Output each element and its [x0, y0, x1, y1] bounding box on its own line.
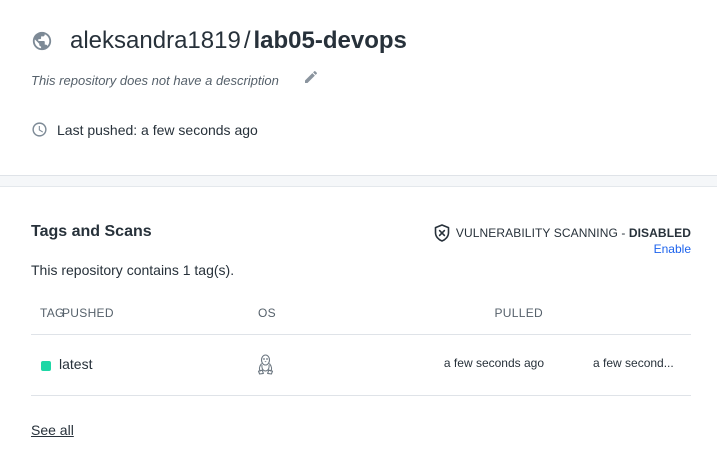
globe-icon — [31, 30, 53, 52]
enable-scanning-link[interactable]: Enable — [654, 242, 691, 256]
title-separator: / — [243, 27, 251, 54]
see-all-link[interactable]: See all — [31, 422, 74, 438]
vulnerability-scanning-status: VULNERABILITY SCANNING - DISABLED — [434, 224, 691, 242]
pencil-edit-icon[interactable] — [303, 69, 319, 85]
vuln-status: DISABLED — [628, 226, 691, 240]
tag-pulled-time: a few seconds ago — [443, 356, 544, 370]
clock-icon — [31, 121, 48, 138]
tag-status-dot — [41, 361, 51, 371]
tags-table: TAG OS PULLED PUSHED latest a few second… — [31, 297, 691, 396]
description-text: This repository does not have a descript… — [31, 72, 279, 88]
tag-count-text: This repository contains 1 tag(s). — [31, 262, 235, 278]
last-pushed: Last pushed: a few seconds ago — [31, 121, 258, 138]
last-pushed-text: Last pushed: a few seconds ago — [57, 121, 258, 138]
linux-icon — [257, 354, 274, 375]
column-header-pushed: PUSHED — [62, 306, 114, 320]
shield-x-icon — [434, 224, 450, 242]
table-header: TAG OS PULLED PUSHED — [31, 297, 691, 335]
repo-name: lab05-devops — [253, 27, 407, 54]
tags-section-title: Tags and Scans — [31, 223, 152, 240]
section-divider — [0, 176, 717, 187]
column-header-tag: TAG — [40, 306, 65, 320]
table-row: latest a few seconds ago a few second... — [31, 335, 691, 396]
repo-title: aleksandra1819/lab05-devops — [31, 26, 407, 56]
vuln-label: VULNERABILITY SCANNING - — [455, 226, 629, 240]
repo-description: This repository does not have a descript… — [31, 69, 319, 88]
repo-owner[interactable]: aleksandra1819 — [70, 27, 241, 54]
tag-pushed-time: a few second... — [593, 356, 674, 370]
tag-name-link[interactable]: latest — [59, 356, 92, 372]
repo-header: aleksandra1819/lab05-devops This reposit… — [0, 0, 717, 176]
